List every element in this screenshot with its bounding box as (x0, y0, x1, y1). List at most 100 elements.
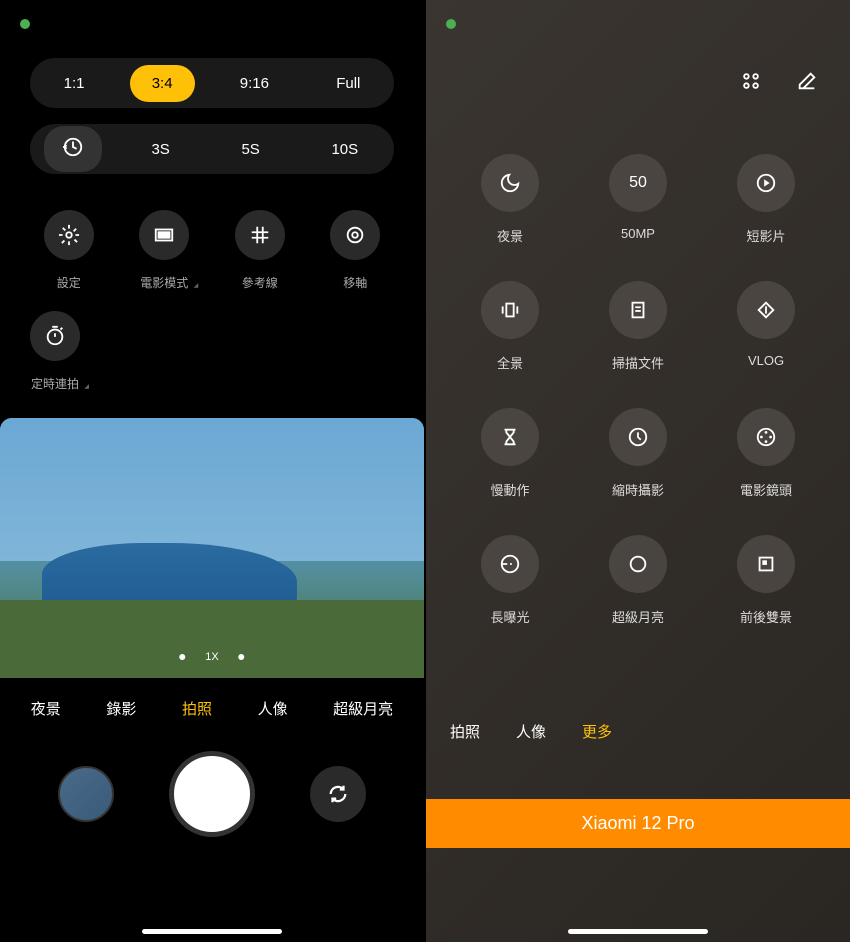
film-reel-icon (755, 426, 777, 448)
grid-icon (249, 224, 271, 246)
mode-photo[interactable]: 拍照 (182, 698, 212, 719)
target-icon (344, 224, 366, 246)
mode-item-50mp: 50 50MP (584, 154, 692, 245)
grid-dots-icon (740, 70, 762, 92)
movie-mode-action: 電影模式 (126, 210, 204, 291)
edit-icon (796, 70, 818, 92)
timer-10s[interactable]: 10S (309, 131, 380, 168)
vlog-icon (755, 299, 777, 321)
night-label: 夜景 (497, 226, 523, 245)
ratio-9-16[interactable]: 9:16 (218, 65, 291, 102)
gear-icon (58, 224, 80, 246)
mode-item-shortvideo: 短影片 (712, 154, 820, 245)
ratio-3-4[interactable]: 3:4 (130, 65, 195, 102)
supermoon-button[interactable] (609, 535, 667, 593)
mode-item-vlog: VLOG (712, 281, 820, 372)
mode-item-document: 掃描文件 (584, 281, 692, 372)
movie-mode-label: 電影模式 (140, 274, 188, 291)
tab-portrait[interactable]: 人像 (516, 721, 546, 742)
timed-burst-button[interactable] (30, 311, 80, 361)
shutter-controls (0, 739, 424, 849)
mode-item-longexposure: 長曝光 (456, 535, 564, 626)
document-button[interactable] (609, 281, 667, 339)
settings-button[interactable] (44, 210, 94, 260)
shortvideo-button[interactable] (737, 154, 795, 212)
zoom-dot-wide (179, 654, 185, 660)
layout-button[interactable] (738, 68, 764, 94)
settings-action: 設定 (30, 210, 108, 291)
timer-5s[interactable]: 5S (219, 131, 281, 168)
panorama-button[interactable] (481, 281, 539, 339)
switch-camera-icon (327, 783, 349, 805)
supermoon-label: 超級月亮 (612, 607, 664, 626)
mode-video[interactable]: 錄影 (106, 698, 136, 719)
tab-photo[interactable]: 拍照 (450, 721, 480, 742)
history-icon (62, 136, 84, 158)
capture-modes: 夜景 錄影 拍照 人像 超級月亮 (0, 678, 424, 739)
hourglass-icon (499, 426, 521, 448)
dual-view-icon (755, 553, 777, 575)
mode-portrait[interactable]: 人像 (258, 698, 288, 719)
camera-viewfinder[interactable]: 1X (0, 418, 424, 678)
50-text-icon: 50 (629, 174, 647, 192)
more-modes-grid: 夜景 50 50MP 短影片 全景 掃描文件 VLOG 慢動作 縮時攝影 (426, 104, 850, 646)
zoom-dot-tele (239, 654, 245, 660)
tilt-shift-label: 移軸 (343, 274, 367, 291)
status-bar (0, 0, 424, 48)
play-circle-icon (755, 172, 777, 194)
switch-camera-button[interactable] (310, 766, 366, 822)
movielens-label: 電影鏡頭 (740, 480, 792, 499)
mode-supermoon[interactable]: 超級月亮 (333, 698, 393, 719)
mode-night[interactable]: 夜景 (31, 698, 61, 719)
more-header (426, 48, 850, 104)
dualview-label: 前後雙景 (740, 607, 792, 626)
gallery-thumbnail[interactable] (58, 766, 114, 822)
vlog-button[interactable] (737, 281, 795, 339)
shortvideo-label: 短影片 (746, 226, 785, 245)
moon-icon (499, 172, 521, 194)
home-indicator[interactable] (568, 929, 708, 934)
gridlines-label: 參考線 (242, 274, 278, 291)
timer-selector: 3S 5S 10S (30, 124, 394, 174)
night-mode-button[interactable] (481, 154, 539, 212)
document-label: 掃描文件 (612, 353, 664, 372)
gridlines-button[interactable] (235, 210, 285, 260)
dualview-button[interactable] (737, 535, 795, 593)
slowmo-button[interactable] (481, 408, 539, 466)
longexposure-button[interactable] (481, 535, 539, 593)
mode-item-timelapse: 縮時攝影 (584, 408, 692, 499)
quick-actions: 設定 電影模式 參考線 移軸 (0, 190, 424, 301)
timed-burst-action: 定時連拍 (30, 311, 80, 392)
movie-mode-button[interactable] (139, 210, 189, 260)
document-icon (627, 299, 649, 321)
timed-burst-label: 定時連拍 (31, 375, 79, 392)
tilt-shift-button[interactable] (330, 210, 380, 260)
home-indicator[interactable] (142, 929, 282, 934)
ratio-full[interactable]: Full (314, 65, 382, 102)
panorama-icon (499, 299, 521, 321)
device-banner: Xiaomi 12 Pro (426, 799, 850, 848)
mode-item-movielens: 電影鏡頭 (712, 408, 820, 499)
mode-item-night: 夜景 (456, 154, 564, 245)
camera-screen-right: 夜景 50 50MP 短影片 全景 掃描文件 VLOG 慢動作 縮時攝影 (426, 0, 850, 942)
timer-off[interactable] (44, 126, 102, 172)
timelapse-label: 縮時攝影 (612, 480, 664, 499)
mode-item-slowmo: 慢動作 (456, 408, 564, 499)
movielens-button[interactable] (737, 408, 795, 466)
settings-label: 設定 (57, 274, 81, 291)
zoom-indicator[interactable]: 1X (179, 651, 244, 663)
edit-button[interactable] (794, 68, 820, 94)
shutter-button[interactable] (169, 751, 255, 837)
ratio-1-1[interactable]: 1:1 (42, 65, 107, 102)
mode-item-supermoon: 超級月亮 (584, 535, 692, 626)
tab-more[interactable]: 更多 (582, 721, 612, 742)
timelapse-button[interactable] (609, 408, 667, 466)
circle-icon (627, 553, 649, 575)
clock-icon (627, 426, 649, 448)
slowmo-label: 慢動作 (490, 480, 529, 499)
movie-icon (153, 224, 175, 246)
timer-3s[interactable]: 3S (129, 131, 191, 168)
aspect-ratio-selector: 1:1 3:4 9:16 Full (30, 58, 394, 108)
50mp-button[interactable]: 50 (609, 154, 667, 212)
vlog-label: VLOG (748, 353, 784, 368)
